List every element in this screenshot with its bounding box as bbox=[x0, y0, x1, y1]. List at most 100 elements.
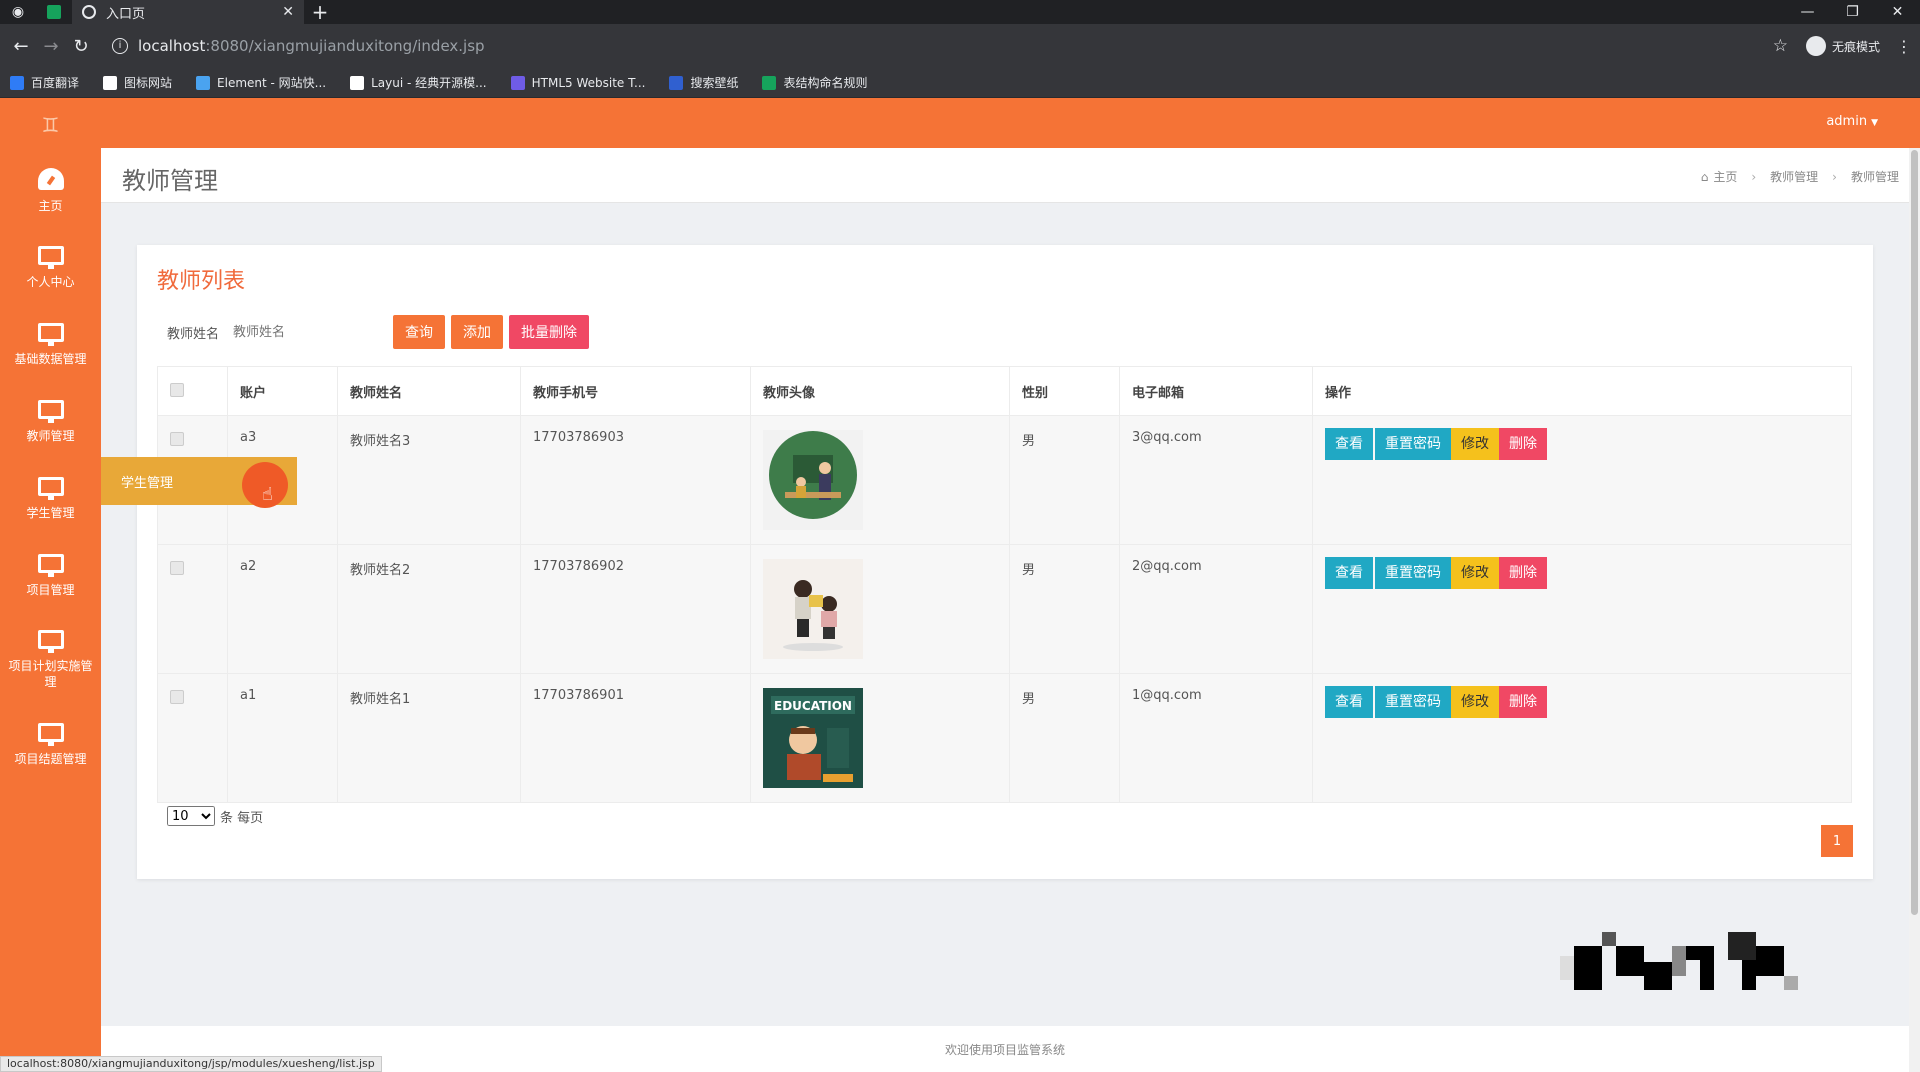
add-button[interactable]: 添加 bbox=[451, 315, 504, 349]
reset-password-button[interactable]: 重置密码 bbox=[1375, 557, 1451, 589]
dashboard-icon bbox=[37, 167, 64, 190]
bookmark-item[interactable]: Element - 网站快... bbox=[196, 74, 326, 91]
url-path: :8080/xiangmujianduxitong/index.jsp bbox=[205, 37, 485, 55]
column-header: 账户 bbox=[227, 366, 338, 416]
forward-icon[interactable]: → bbox=[38, 36, 64, 57]
address-bar: ← → ↻ i localhost:8080/xiangmujianduxito… bbox=[0, 24, 1920, 68]
search-row: 教师姓名 查询 添加 批量删除 bbox=[167, 315, 595, 349]
minimize-icon[interactable]: — bbox=[1785, 4, 1830, 20]
tab-favicon-icon[interactable] bbox=[36, 0, 72, 24]
bookmark-item[interactable]: 表结构命名规则 bbox=[762, 74, 867, 91]
phone-cell: 17703786901 bbox=[520, 673, 751, 803]
row-checkbox[interactable] bbox=[170, 432, 184, 446]
bookmark-item[interactable]: HTML5 Website T... bbox=[510, 75, 645, 90]
select-all-cell bbox=[157, 366, 228, 416]
gender-cell: 男 bbox=[1009, 673, 1120, 803]
teacher-name-input[interactable] bbox=[233, 316, 394, 348]
sidebar-item-label: 学生管理 bbox=[26, 505, 75, 520]
breadcrumb-current: 教师管理 bbox=[1850, 170, 1899, 184]
column-header: 电子邮箱 bbox=[1119, 366, 1313, 416]
sidebar-item-project-closure[interactable]: 项目结题管理 bbox=[0, 706, 101, 783]
page-size-select[interactable]: 10 bbox=[167, 806, 215, 826]
back-icon[interactable]: ← bbox=[8, 36, 34, 57]
scrollbar-thumb[interactable] bbox=[1911, 150, 1918, 915]
sidebar-item-label: 个人中心 bbox=[26, 274, 75, 289]
sidebar-item-label: 项目计划实施管理 bbox=[8, 659, 93, 689]
breadcrumb-section[interactable]: 教师管理 bbox=[1770, 168, 1818, 185]
page-header: 教师管理 ⌂ 主页 › 教师管理 › 教师管理 bbox=[101, 148, 1909, 203]
breadcrumb-home[interactable]: 主页 bbox=[1713, 168, 1737, 185]
edit-button[interactable]: 修改 bbox=[1451, 686, 1499, 718]
pixelated-watermark bbox=[1560, 932, 1798, 990]
reload-icon[interactable]: ↻ bbox=[68, 36, 94, 57]
incognito-indicator[interactable]: 无痕模式 bbox=[1805, 36, 1880, 56]
sidebar-item-plan-implementation[interactable]: 项目计划实施管理 bbox=[0, 614, 101, 706]
batch-delete-button[interactable]: 批量删除 bbox=[509, 315, 590, 349]
sidebar-item-teachers[interactable]: 教师管理 bbox=[0, 383, 101, 460]
sidebar-item-basic-data[interactable]: 基础数据管理 bbox=[0, 306, 101, 383]
info-icon[interactable]: i bbox=[112, 38, 128, 54]
sidebar-item-label: 项目结题管理 bbox=[14, 751, 87, 766]
view-button[interactable]: 查看 bbox=[1325, 428, 1373, 460]
row-checkbox[interactable] bbox=[170, 690, 184, 704]
email-cell: 2@qq.com bbox=[1119, 544, 1313, 674]
delete-button[interactable]: 删除 bbox=[1499, 686, 1547, 718]
url-field[interactable]: i localhost:8080/xiangmujianduxitong/ind… bbox=[112, 31, 1773, 61]
bookmark-label: Layui - 经典开源模... bbox=[371, 76, 487, 90]
view-button[interactable]: 查看 bbox=[1325, 686, 1373, 718]
page-size-control: 10 条 每页 bbox=[167, 806, 263, 826]
tab-close-icon[interactable]: ✕ bbox=[282, 4, 294, 20]
bookmark-favicon-icon bbox=[350, 75, 365, 90]
chrome-icon[interactable]: ◉ bbox=[0, 0, 36, 24]
pagination-page-button[interactable]: 1 bbox=[1821, 825, 1853, 857]
column-header: 操作 bbox=[1312, 366, 1852, 416]
url-host: localhost bbox=[138, 37, 206, 55]
bookmark-favicon-icon bbox=[510, 75, 525, 90]
status-bar: localhost:8080/xiangmujianduxitong/jsp/m… bbox=[0, 1056, 382, 1072]
tab-active[interactable]: 入口页 ✕ bbox=[72, 0, 304, 24]
phone-cell: 17703786902 bbox=[520, 544, 751, 674]
edit-button[interactable]: 修改 bbox=[1451, 428, 1499, 460]
bookmark-item[interactable]: 百度翻译 bbox=[10, 74, 79, 91]
sidebar-item-label: 教师管理 bbox=[26, 428, 75, 443]
window-controls: — ❐ ✕ bbox=[1785, 4, 1920, 20]
row-checkbox[interactable] bbox=[170, 561, 184, 575]
edit-button[interactable]: 修改 bbox=[1451, 557, 1499, 589]
bookmark-label: 搜索壁纸 bbox=[690, 76, 739, 90]
actions-cell: 查看 重置密码 修改 删除 bbox=[1312, 544, 1852, 674]
user-menu[interactable]: admin ▼ bbox=[1826, 114, 1878, 129]
email-cell: 1@qq.com bbox=[1119, 673, 1313, 803]
breadcrumb-separator: › bbox=[1751, 169, 1757, 184]
select-all-checkbox[interactable] bbox=[170, 383, 184, 397]
bookmark-item[interactable]: 图标网站 bbox=[103, 74, 172, 91]
name-cell: 教师姓名2 bbox=[337, 544, 521, 674]
bookmark-item[interactable]: Layui - 经典开源模... bbox=[350, 74, 487, 91]
monitor-icon bbox=[37, 722, 64, 746]
menu-kebab-icon[interactable]: ⋮ bbox=[1896, 37, 1912, 56]
bookmark-item[interactable]: 搜索壁纸 bbox=[669, 74, 738, 91]
tab-page-icon bbox=[82, 5, 96, 19]
caret-down-icon: ▼ bbox=[1871, 118, 1878, 128]
page-size-suffix: 条 每页 bbox=[220, 810, 264, 826]
sidebar-item-projects[interactable]: 项目管理 bbox=[0, 537, 101, 614]
bookmark-star-icon[interactable]: ☆ bbox=[1773, 36, 1788, 56]
reset-password-button[interactable]: 重置密码 bbox=[1375, 686, 1451, 718]
new-tab-button[interactable]: + bbox=[304, 0, 336, 24]
top-bar: admin ▼ bbox=[101, 98, 1920, 148]
query-button[interactable]: 查询 bbox=[393, 315, 446, 349]
column-header: 教师姓名 bbox=[337, 366, 521, 416]
delete-button[interactable]: 删除 bbox=[1499, 557, 1547, 589]
account-cell: a1 bbox=[227, 673, 338, 803]
browser-tab-bar: ◉ 入口页 ✕ + — ❐ ✕ bbox=[0, 0, 1920, 24]
tab-title: 入口页 bbox=[106, 6, 146, 22]
sidebar-item-profile[interactable]: 个人中心 bbox=[0, 229, 101, 306]
reset-password-button[interactable]: 重置密码 bbox=[1375, 428, 1451, 460]
sidebar-item-home[interactable]: 主页 bbox=[0, 152, 101, 229]
sidebar-item-students[interactable]: 学生管理 bbox=[0, 460, 101, 537]
restore-icon[interactable]: ❐ bbox=[1830, 4, 1875, 20]
delete-button[interactable]: 删除 bbox=[1499, 428, 1547, 460]
teacher-list-panel: 教师列表 教师姓名 查询 添加 批量删除 账户 教师姓名 教师手机号 教师头像 … bbox=[137, 245, 1873, 879]
close-window-icon[interactable]: ✕ bbox=[1875, 4, 1920, 20]
table-row: a3 教师姓名3 17703786903 男 3@qq.com 查看 重置密码 … bbox=[157, 415, 1852, 545]
view-button[interactable]: 查看 bbox=[1325, 557, 1373, 589]
